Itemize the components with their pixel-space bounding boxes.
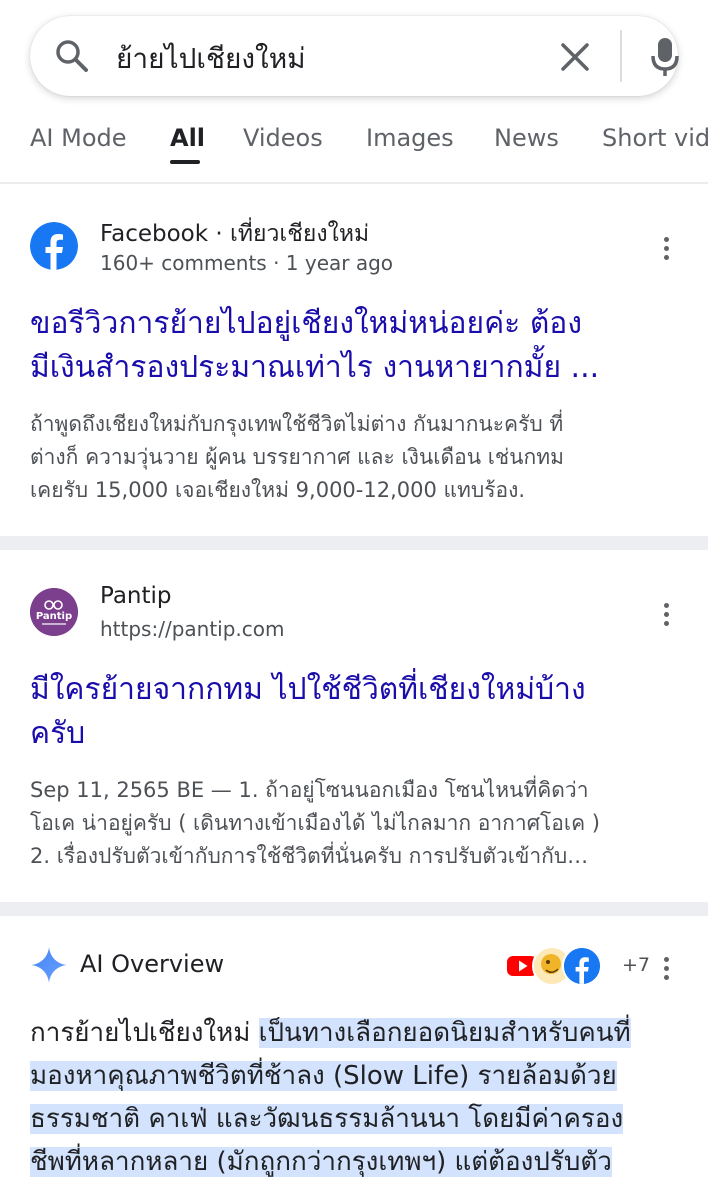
result-separator [0,536,708,550]
search-bar[interactable]: ย้ายไปเชียงใหม่ [30,16,680,96]
ai-overview-header: AI Overview +7 [30,944,680,988]
tab-images[interactable]: Images [366,124,454,152]
more-sources-count[interactable]: +7 [622,954,650,976]
svg-text:Pantip: Pantip [36,611,72,622]
sparkle-icon [31,947,67,983]
tab-ai-mode[interactable]: AI Mode [30,124,127,152]
search-input[interactable]: ย้ายไปเชียงใหม่ [116,37,306,81]
tab-news[interactable]: News [494,124,559,152]
highlighted-text: มองหาคุณภาพชีวิตที่ช้าลง (Slow Life) ราย… [30,1061,617,1091]
result-title-link[interactable]: ขอรีวิวการย้ายไปอยู่เชียงใหม่หน่อยค่ะ ต้… [30,302,680,390]
search-icon[interactable] [54,38,90,74]
tab-videos[interactable]: Videos [243,124,323,152]
facebook-icon [562,946,602,986]
result-site-name[interactable]: Facebook · เที่ยวเชียงใหม่ [100,216,369,252]
clear-icon[interactable] [558,40,592,74]
tabs-divider [0,182,708,184]
result-meta: 160+ comments · 1 year ago [100,251,394,275]
highlighted-text: เป็นทางเลือกยอดนิยมสำหรับคนที่ [258,1018,631,1048]
ai-overview-text: การย้ายไปเชียงใหม่ เป็นทางเลือกยอดนิยมสำ… [30,1012,690,1184]
highlighted-text: ชีพที่หลากหลาย (มักถูกกว่ากรุงเทพฯ) แต่ต… [30,1147,612,1177]
more-options-icon[interactable] [656,954,676,986]
pantip-icon[interactable]: Pantip [30,588,78,636]
search-divider [620,30,622,82]
mic-icon[interactable] [650,36,680,78]
result-site-name[interactable]: Pantip [100,583,172,609]
facebook-icon[interactable] [30,222,78,270]
ai-overview-lead: การย้ายไปเชียงใหม่ [30,1018,251,1048]
ai-overview-title: AI Overview [80,950,225,978]
tab-all[interactable]: All [170,124,205,152]
more-options-icon[interactable] [656,234,676,266]
highlighted-text: ธรรมชาติ คาเฟ่ และวัฒนธรรมล้านนา โดยมีค่… [30,1104,624,1134]
more-options-icon[interactable] [656,600,676,632]
source-icons[interactable] [502,944,632,988]
result-snippet: Sep 11, 2565 BE — 1. ถ้าอยู่โซนนอกเมือง … [30,778,601,868]
active-tab-indicator [170,160,200,164]
result-title-link[interactable]: มีใครย้ายจากกทม ไปใช้ชีวิตที่เชียงใหม่บ้… [30,668,680,756]
result-snippet: ถ้าพูดถึงเชียงใหม่กับกรุงเทพใช้ชีวิตไม่ต… [30,412,564,502]
tab-short-videos[interactable]: Short vid [602,124,708,152]
result-separator [0,902,708,916]
search-tabs: AI Mode All Videos Images News Short vid [0,118,708,170]
result-url: https://pantip.com [100,617,285,641]
